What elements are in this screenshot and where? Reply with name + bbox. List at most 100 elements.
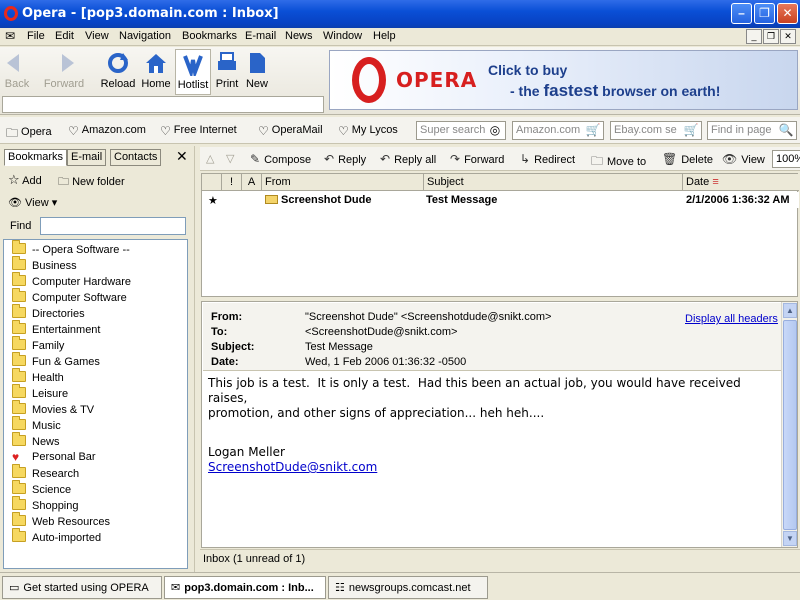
menu-window[interactable]: Window bbox=[323, 30, 362, 42]
maximize-button[interactable]: ❐ bbox=[754, 3, 775, 24]
bookmark-item[interactable]: Leisure bbox=[12, 384, 68, 403]
panel-splitter[interactable] bbox=[194, 146, 200, 572]
message-view: From: "Screenshot Dude" <Screenshotdude@… bbox=[201, 301, 798, 548]
home-button[interactable]: Home bbox=[139, 49, 173, 95]
forward-mail-button[interactable]: ↷ Forward bbox=[450, 152, 504, 166]
bookmark-item[interactable]: Science bbox=[12, 480, 71, 499]
menu-edit[interactable]: Edit bbox=[55, 30, 74, 42]
mdi-close-button[interactable]: ✕ bbox=[780, 29, 796, 44]
new-folder-button[interactable]: 🗀 New folder bbox=[58, 173, 125, 192]
hotlist-button[interactable]: Hotlist bbox=[175, 49, 211, 95]
bookmark-label: Research bbox=[32, 468, 80, 480]
menu-news[interactable]: News bbox=[285, 30, 313, 42]
find-input[interactable] bbox=[40, 217, 186, 235]
bookmark-item[interactable]: Business bbox=[12, 256, 77, 275]
bookmark-item[interactable]: Auto-imported bbox=[12, 528, 101, 547]
bookmark-item[interactable]: Entertainment bbox=[12, 320, 100, 339]
tab-contacts[interactable]: Contacts bbox=[110, 149, 162, 166]
bookmark-item[interactable]: Computer Software bbox=[12, 288, 127, 307]
magnifier-icon[interactable]: 🔍 bbox=[777, 122, 795, 139]
bookmark-item[interactable]: Research bbox=[12, 464, 80, 483]
add-bookmark-button[interactable]: ☆ Add bbox=[8, 172, 42, 188]
delete-button[interactable]: 🗑 Delete bbox=[662, 152, 713, 166]
mail-doc-icon[interactable]: ✉ bbox=[5, 29, 15, 43]
folder-icon bbox=[12, 352, 26, 366]
minimize-button[interactable]: – bbox=[731, 3, 752, 24]
folder-icon bbox=[12, 240, 26, 254]
redirect-button[interactable]: ↳ Redirect bbox=[520, 152, 575, 166]
scroll-up-icon[interactable]: ▲ bbox=[783, 303, 797, 318]
bookmark-item[interactable]: Web Resources bbox=[12, 512, 110, 531]
col-star[interactable] bbox=[202, 174, 222, 191]
bookmark-item[interactable]: ♥ Personal Bar bbox=[12, 451, 96, 467]
message-row[interactable]: ★ Screenshot Dude Test Message 2/1/2006 … bbox=[202, 192, 799, 208]
personal-item-opera[interactable]: 🗀 Opera bbox=[6, 124, 52, 145]
forward-mail-icon: ↷ bbox=[450, 152, 461, 166]
bookmark-label: Computer Hardware bbox=[32, 276, 132, 288]
window-tab-newsgroups[interactable]: ☷ newsgroups.comcast.net bbox=[328, 576, 488, 599]
personal-item-operamail[interactable]: ♡ OperaMail bbox=[258, 124, 323, 138]
mdi-minimize-button[interactable]: _ bbox=[746, 29, 762, 44]
col-attachment[interactable]: A bbox=[242, 174, 262, 191]
address-bar[interactable] bbox=[2, 96, 324, 113]
menu-navigation[interactable]: Navigation bbox=[119, 30, 171, 42]
close-button[interactable]: ✕ bbox=[777, 3, 798, 24]
search-go-icon[interactable]: ◎ bbox=[486, 122, 504, 139]
tab-email[interactable]: E-mail bbox=[67, 149, 107, 166]
cart-icon[interactable]: 🛒 bbox=[584, 122, 602, 139]
flag-star[interactable]: ★ bbox=[208, 194, 218, 207]
col-date[interactable]: Date ≡ bbox=[683, 174, 799, 191]
banner-brand: OPERA bbox=[396, 68, 478, 92]
signature-email-link[interactable]: ScreenshotDude@snikt.com bbox=[208, 460, 377, 474]
cart-icon[interactable]: 🛒 bbox=[682, 122, 700, 139]
personal-item-lycos[interactable]: ♡ My Lycos bbox=[338, 124, 398, 138]
heart-outline-icon: ♡ bbox=[68, 124, 79, 138]
opera-ad-banner[interactable]: OPERA Click to buy - the fastest browser… bbox=[329, 50, 798, 110]
move-to-button[interactable]: 🗀 Move to bbox=[591, 152, 646, 173]
bookmark-item[interactable]: Movies & TV bbox=[12, 400, 94, 419]
compose-button[interactable]: ✎ Compose bbox=[250, 152, 311, 166]
panel-close-icon[interactable]: ✕ bbox=[176, 148, 188, 165]
reply-all-button[interactable]: ↶ Reply all bbox=[380, 152, 436, 166]
message-scrollbar[interactable]: ▲ ▼ bbox=[781, 302, 797, 547]
scroll-down-icon[interactable]: ▼ bbox=[783, 531, 797, 546]
bookmark-item[interactable]: Computer Hardware bbox=[12, 272, 132, 291]
next-message-icon[interactable]: ▽ bbox=[226, 152, 234, 165]
forward-button[interactable]: Forward bbox=[40, 49, 88, 95]
back-button[interactable]: Back bbox=[0, 49, 34, 95]
bookmark-item[interactable]: Directories bbox=[12, 304, 85, 323]
panel-tabs: Bookmarks E-mail Contacts ✕ bbox=[2, 147, 194, 167]
forward-arrow-icon bbox=[62, 54, 74, 72]
window-tab-inbox[interactable]: ✉ pop3.domain.com : Inb... bbox=[164, 576, 326, 599]
mail-view-button[interactable]: 👁 View bbox=[722, 152, 765, 166]
bookmark-item[interactable]: Fun & Games bbox=[12, 352, 100, 371]
bookmark-label: Family bbox=[32, 340, 65, 352]
bookmark-item[interactable]: -- Opera Software -- bbox=[12, 240, 130, 259]
window-tab-get-started[interactable]: ▭ Get started using OPERA bbox=[2, 576, 162, 599]
col-subject[interactable]: Subject bbox=[424, 174, 683, 191]
reply-button[interactable]: ↶ Reply bbox=[324, 152, 366, 166]
menu-help[interactable]: Help bbox=[373, 30, 396, 42]
menu-email[interactable]: E-mail bbox=[245, 30, 276, 42]
menu-file[interactable]: File bbox=[27, 30, 45, 42]
bookmark-item[interactable]: News bbox=[12, 432, 60, 451]
new-button[interactable]: New bbox=[243, 49, 271, 95]
compose-icon: ✎ bbox=[250, 152, 261, 166]
tab-bookmarks[interactable]: Bookmarks bbox=[4, 149, 68, 166]
mdi-restore-button[interactable]: ❐ bbox=[763, 29, 779, 44]
scroll-thumb[interactable] bbox=[783, 320, 797, 530]
print-button[interactable]: Print bbox=[213, 49, 241, 95]
bookmark-item[interactable]: Shopping bbox=[12, 496, 79, 515]
personal-item-free-internet[interactable]: ♡ Free Internet bbox=[160, 124, 237, 138]
menu-bookmarks[interactable]: Bookmarks bbox=[182, 30, 237, 42]
prev-message-icon[interactable]: △ bbox=[206, 152, 214, 165]
panel-view-button[interactable]: 👁 View ▾ bbox=[8, 196, 57, 209]
menu-view[interactable]: View bbox=[85, 30, 109, 42]
personal-item-amazon[interactable]: ♡ Amazon.com bbox=[68, 124, 146, 138]
zoom-select[interactable]: 100% bbox=[772, 150, 800, 168]
home-icon bbox=[146, 54, 166, 73]
col-from[interactable]: From bbox=[262, 174, 424, 191]
reload-button[interactable]: Reload bbox=[98, 49, 138, 95]
col-priority[interactable]: ! bbox=[222, 174, 242, 191]
display-all-headers-link[interactable]: Display all headers bbox=[685, 313, 778, 325]
